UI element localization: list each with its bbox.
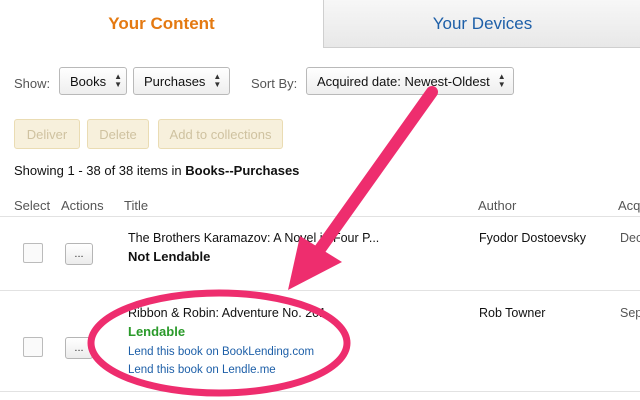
- filter-bar: Show: Books ▲ ▼ Purchases ▲ ▼ Sort By: Acq…: [14, 67, 634, 99]
- book-author: Fyodor Dostoevsky: [479, 231, 586, 245]
- lend-booklending-link[interactable]: Lend this book on BookLending.com: [128, 346, 314, 358]
- deliver-button[interactable]: Deliver: [14, 119, 80, 149]
- content-type-select[interactable]: Books ▲ ▼: [59, 67, 127, 95]
- acquired-date: Dec: [620, 231, 640, 245]
- row-actions-button[interactable]: ...: [65, 337, 93, 359]
- results-summary: Showing 1 - 38 of 38 items in Books--Pur…: [14, 163, 299, 178]
- book-title[interactable]: The Brothers Karamazov: A Novel in Four …: [128, 231, 379, 245]
- sort-label: Sort By:: [251, 76, 298, 91]
- sort-value: Acquired date: Newest-Oldest: [317, 73, 490, 89]
- column-acquired[interactable]: Acq: [618, 198, 640, 213]
- row-actions-button[interactable]: ...: [65, 243, 93, 265]
- scope-value: Purchases: [144, 73, 206, 89]
- book-author: Rob Towner: [479, 306, 546, 320]
- row-select-checkbox[interactable]: [23, 337, 43, 357]
- column-title[interactable]: Title: [124, 198, 148, 213]
- tab-your-devices[interactable]: Your Devices: [323, 0, 640, 48]
- row-select-checkbox[interactable]: [23, 243, 43, 263]
- column-select: Select: [14, 198, 51, 213]
- tab-bar: Your Content Your Devices: [0, 0, 640, 48]
- content-type-value: Books: [70, 73, 107, 89]
- table-row: ... The Brothers Karamazov: A Novel in F…: [0, 217, 640, 291]
- column-actions: Actions: [61, 198, 104, 213]
- lending-status: Not Lendable: [128, 249, 211, 264]
- up-down-chevron-icon: ▲ ▼: [114, 72, 123, 89]
- column-author[interactable]: Author: [478, 198, 516, 213]
- acquired-date: Sep: [620, 306, 640, 320]
- tab-your-content[interactable]: Your Content: [0, 0, 323, 48]
- up-down-chevron-icon: ▲ ▼: [213, 72, 222, 89]
- add-to-collections-button[interactable]: Add to collections: [158, 119, 283, 149]
- delete-button[interactable]: Delete: [87, 119, 149, 149]
- results-context: Books--Purchases: [185, 163, 300, 178]
- sort-select[interactable]: Acquired date: Newest-Oldest ▲ ▼: [306, 67, 514, 95]
- table-row: ... Ribbon & Robin: Adventure No. 201 Le…: [0, 291, 640, 392]
- book-title[interactable]: Ribbon & Robin: Adventure No. 201: [128, 306, 326, 320]
- scope-select[interactable]: Purchases ▲ ▼: [133, 67, 230, 95]
- results-summary-prefix: Showing 1 - 38 of 38 items in: [14, 163, 186, 178]
- lending-status: Lendable: [128, 324, 186, 339]
- show-label: Show:: [14, 76, 51, 91]
- table-header: Select Actions Title Author Acq: [0, 194, 640, 217]
- up-down-chevron-icon: ▲ ▼: [497, 72, 506, 89]
- lend-lendle-link[interactable]: Lend this book on Lendle.me: [128, 364, 276, 376]
